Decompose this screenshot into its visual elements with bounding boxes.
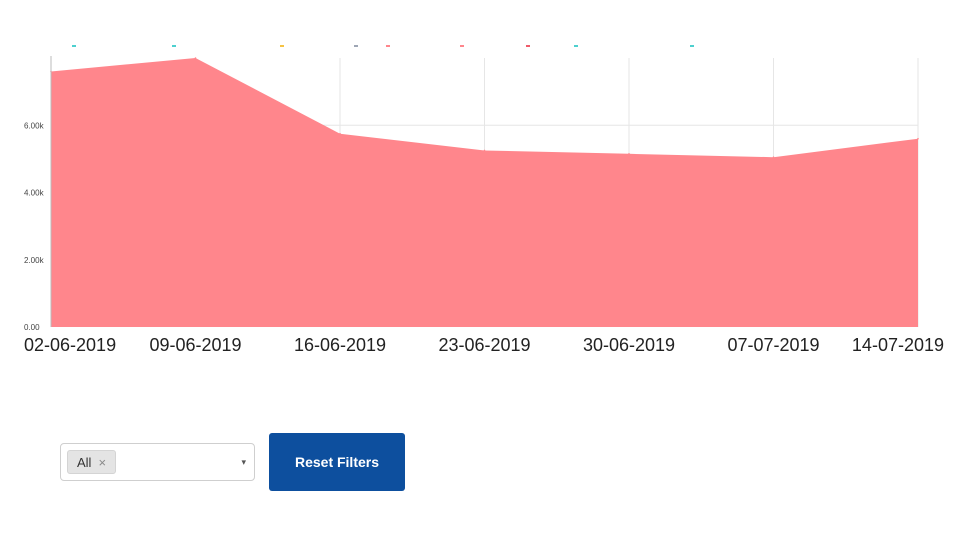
- legend-marker: [574, 45, 578, 47]
- legend-marker: [172, 45, 176, 47]
- data-point: [917, 137, 919, 140]
- filter-controls: All × ▾ Reset Filters: [60, 433, 405, 491]
- reset-filters-button[interactable]: Reset Filters: [269, 433, 405, 491]
- x-tick-label: 14-07-2019: [852, 335, 944, 355]
- legend-marker: [72, 45, 76, 47]
- data-point: [194, 57, 197, 59]
- y-tick-label: 0.00: [24, 323, 40, 332]
- data-point: [339, 132, 341, 135]
- x-tick-label: 07-07-2019: [727, 335, 819, 355]
- chip-label: All: [77, 454, 92, 470]
- y-tick-label: 6.00k: [24, 121, 45, 130]
- legend-marker: [354, 45, 358, 47]
- data-point: [628, 153, 630, 155]
- data-point: [483, 149, 486, 152]
- legend-marker: [460, 45, 464, 47]
- legend-marker: [526, 45, 530, 47]
- chart-svg: 0.00 2.00k 4.00k 6.00k 02-06-2019 09-06-2019 1…: [24, 45, 944, 355]
- x-tick-label: 23-06-2019: [438, 335, 530, 355]
- y-tick-label: 4.00k: [24, 189, 45, 198]
- chevron-down-icon[interactable]: ▾: [241, 457, 246, 468]
- legend-marker: [690, 45, 694, 47]
- period-select[interactable]: All × ▾: [60, 443, 255, 481]
- data-point: [772, 156, 775, 158]
- x-tick-label: 02-06-2019: [24, 335, 116, 355]
- x-tick-label: 09-06-2019: [149, 335, 241, 355]
- legend-marker: [386, 45, 390, 47]
- x-tick-label: 30-06-2019: [583, 335, 675, 355]
- area-chart: 0.00 2.00k 4.00k 6.00k 02-06-2019 09-06-2019 1…: [0, 0, 960, 370]
- selected-chip: All ×: [67, 450, 117, 474]
- legend-marker: [280, 45, 284, 47]
- x-tick-label: 16-06-2019: [294, 335, 386, 355]
- chip-remove-icon[interactable]: ×: [98, 455, 106, 470]
- y-tick-label: 2.00k: [24, 256, 45, 265]
